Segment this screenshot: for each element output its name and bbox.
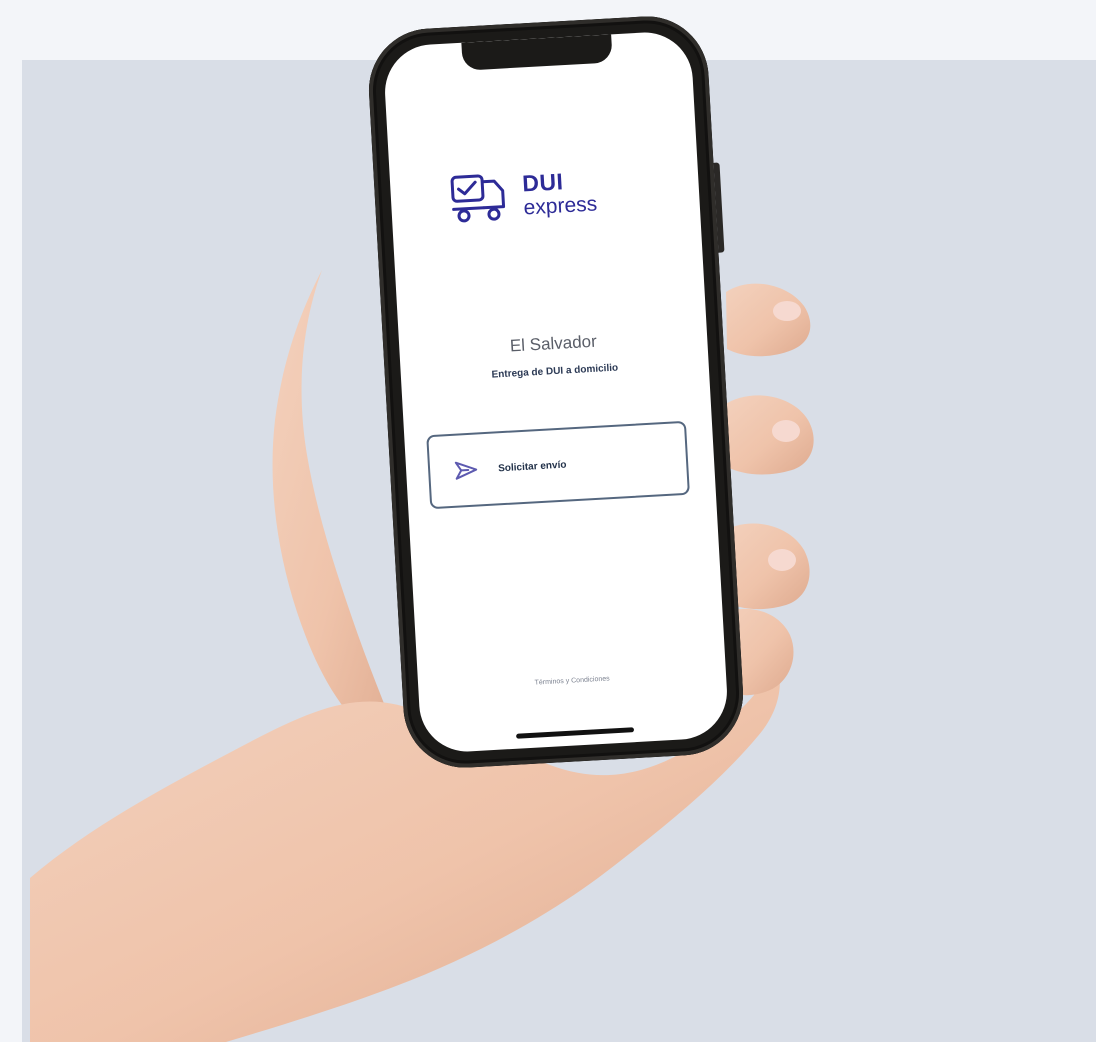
service-subtitle: Entrega de DUI a domicilio	[491, 362, 619, 381]
phone-screen: DUI express El Salvador Entrega de DUI a…	[382, 29, 730, 755]
brand-secondary: express	[523, 192, 598, 220]
country-label: El Salvador	[509, 331, 598, 356]
request-delivery-label: Solicitar envío	[497, 459, 567, 474]
finger-middle	[724, 395, 814, 475]
finger-upper	[726, 283, 811, 357]
request-delivery-button[interactable]: Solicitar envío	[426, 420, 690, 510]
send-arrow-icon	[454, 461, 478, 480]
logo-text: DUI express	[521, 168, 598, 220]
brand-primary: DUI	[521, 168, 565, 197]
app-logo: DUI express	[448, 163, 598, 227]
delivery-truck-id-icon	[450, 174, 506, 223]
terms-link[interactable]: Términos y Condiciones	[418, 669, 726, 693]
fingernail-middle	[772, 420, 800, 442]
phone-mockup: DUI express El Salvador Entrega de DUI a…	[365, 13, 747, 771]
fingernail-lower	[768, 549, 796, 571]
fingernail-upper	[773, 301, 801, 321]
phone-frame: DUI express El Salvador Entrega de DUI a…	[365, 13, 747, 771]
home-indicator	[516, 727, 635, 739]
phone-notch	[461, 34, 613, 71]
canvas: DUI express El Salvador Entrega de DUI a…	[0, 0, 1096, 1042]
